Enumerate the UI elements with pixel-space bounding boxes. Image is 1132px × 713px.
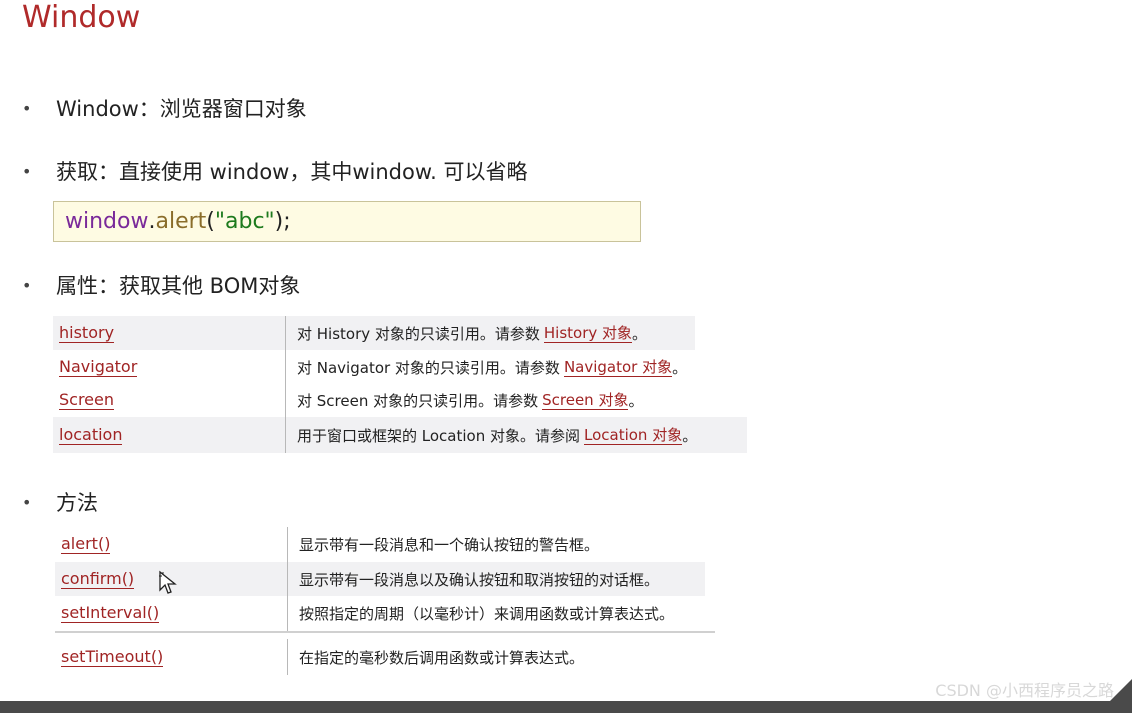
property-link[interactable]: Location 对象 [583,426,683,445]
code-example: window. alert("abc"); [53,201,641,242]
property-name[interactable]: Screen [53,384,286,417]
bullet-dot-icon: • [22,161,32,181]
table-row: setInterval() 按照指定的周期（以毫秒计）来调用函数或计算表达式。 [55,596,715,633]
method-name[interactable]: setInterval() [55,596,288,631]
bullet-acquire-text: 获取：直接使用 window，其中window. 可以省略 [56,160,528,184]
property-link[interactable]: History 对象 [543,324,633,343]
property-desc: 用于窗口或框架的 Location 对象。请参阅 Location 对象。 [297,425,698,445]
property-link[interactable]: Screen 对象 [542,391,629,410]
method-desc: 在指定的毫秒数后调用函数或计算表达式。 [299,648,585,667]
table-row: confirm() 显示带有一段消息以及确认按钮和取消按钮的对话框。 [55,562,705,596]
property-desc: 对 Screen 对象的只读引用。请参数 Screen 对象。 [297,391,644,410]
code-dot: . [148,209,156,234]
table-row: Screen 对 Screen 对象的只读引用。请参数 Screen 对象。 [53,384,693,417]
property-name[interactable]: Navigator [53,350,286,384]
method-name[interactable]: alert() [55,527,288,562]
property-desc: 对 Navigator 对象的只读引用。请参数 Navigator 对象。 [297,357,688,377]
bullet-acquire: • 获取：直接使用 window，其中window. 可以省略 [22,156,527,186]
bullet-dot-icon: • [22,275,32,295]
bullet-dot-icon: • [22,98,32,118]
mouse-pointer-icon [159,570,177,594]
code-close: ); [274,209,291,234]
bullet-methods-text: 方法 [56,491,98,515]
method-desc: 显示带有一段消息以及确认按钮和取消按钮的对话框。 [299,570,660,589]
table-row: history 对 History 对象的只读引用。请参数 History 对象。 [53,316,695,350]
methods-table: alert() 显示带有一段消息和一个确认按钮的警告框。 confirm() 显… [55,527,715,675]
bullet-window-text: Window：浏览器窗口对象 [56,97,307,121]
table-row: location 用于窗口或框架的 Location 对象。请参阅 Locatio… [53,417,747,453]
bullet-properties: • 属性：获取其他 BOM对象 [22,270,300,300]
footer-bar [0,701,1132,713]
code-object: window [65,209,149,234]
code-method: alert [155,209,207,234]
table-row: Navigator 对 Navigator 对象的只读引用。请参数 Navigat… [53,350,733,384]
code-open-paren: ( [206,209,215,234]
property-name[interactable]: location [53,417,286,453]
method-desc: 按照指定的周期（以毫秒计）来调用函数或计算表达式。 [299,605,675,623]
footer-corner [1110,679,1132,701]
property-desc: 对 History 对象的只读引用。请参数 History 对象。 [297,323,648,343]
bullet-methods: • 方法 [22,487,98,517]
table-row: alert() 显示带有一段消息和一个确认按钮的警告框。 [55,527,675,562]
properties-table: history 对 History 对象的只读引用。请参数 History 对象。… [53,316,747,453]
method-name[interactable]: setTimeout() [55,639,288,675]
table-row: setTimeout() 在指定的毫秒数后调用函数或计算表达式。 [55,639,675,675]
bullet-dot-icon: • [22,492,32,512]
bullet-properties-text: 属性：获取其他 BOM对象 [56,274,301,298]
property-link[interactable]: Navigator 对象 [563,358,673,377]
page-title: Window [22,0,141,35]
bullet-window: • Window：浏览器窗口对象 [22,93,307,123]
method-desc: 显示带有一段消息和一个确认按钮的警告框。 [299,536,600,554]
code-string: "abc" [214,209,275,234]
property-name[interactable]: history [53,316,286,350]
watermark: CSDN @小西程序员之路 [935,681,1114,700]
